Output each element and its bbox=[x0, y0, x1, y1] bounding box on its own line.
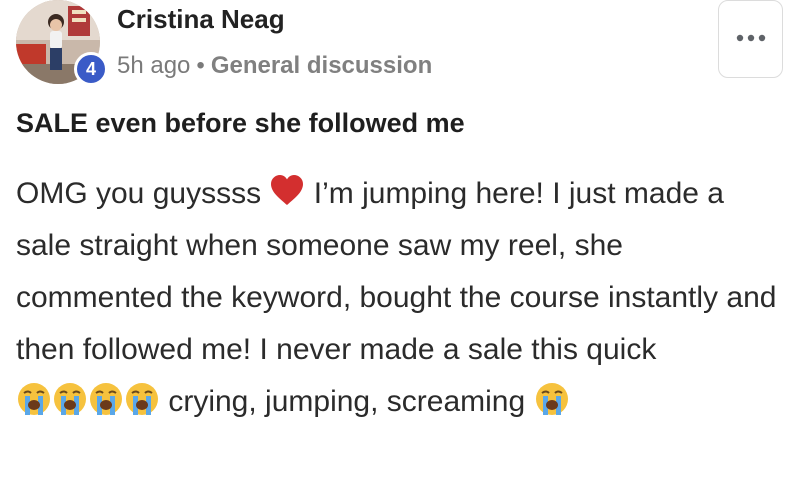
crying-emoji-group bbox=[16, 383, 168, 418]
author-name[interactable]: Cristina Neag bbox=[117, 4, 285, 35]
post-body: OMG you guyssss I’m jumping here! I just… bbox=[16, 168, 786, 428]
category-link[interactable]: General discussion bbox=[211, 52, 432, 79]
crying-face-icon bbox=[88, 381, 124, 417]
more-options-button[interactable] bbox=[718, 0, 783, 78]
crying-face-icon bbox=[534, 381, 570, 417]
post-body-text-1: OMG you guyssss bbox=[16, 177, 262, 210]
author-avatar-wrap[interactable]: 4 bbox=[16, 0, 108, 86]
post-title[interactable]: SALE even before she followed me bbox=[16, 108, 465, 139]
crying-face-icon bbox=[52, 381, 88, 417]
crying-face-icon bbox=[16, 381, 52, 417]
post-body-text-3: crying, jumping, screaming bbox=[168, 385, 526, 418]
level-badge: 4 bbox=[74, 52, 108, 86]
community-post: 4 Cristina Neag 5h ago • General discussio… bbox=[0, 0, 800, 481]
more-horizontal-icon bbox=[736, 34, 766, 42]
crying-face-icon bbox=[124, 381, 160, 417]
post-time: 5h ago bbox=[117, 52, 191, 79]
red-heart-icon bbox=[269, 173, 305, 209]
meta-separator: • bbox=[196, 52, 205, 79]
post-meta: 5h ago • General discussion bbox=[117, 52, 432, 80]
